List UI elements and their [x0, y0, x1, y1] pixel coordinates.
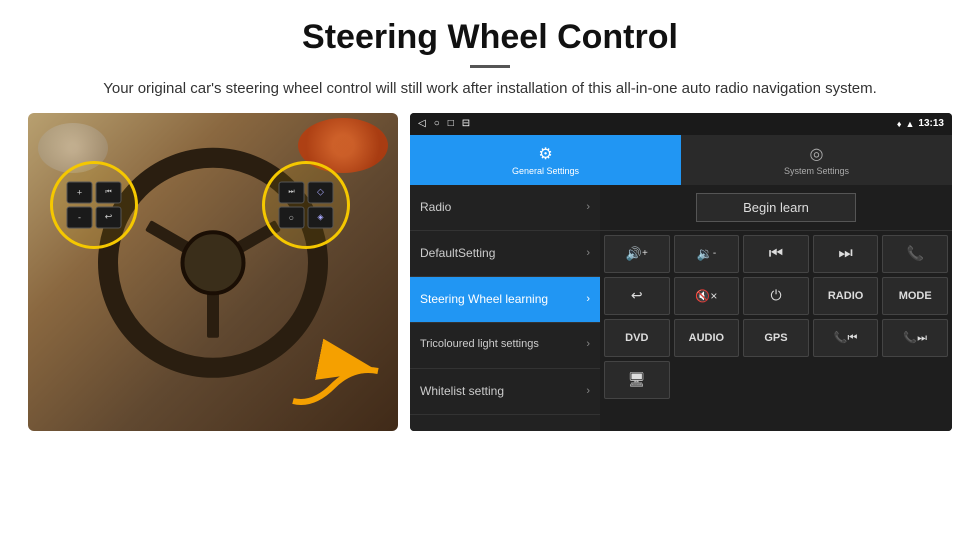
tab-general-label: General Settings: [512, 166, 579, 176]
vol-up-button[interactable]: 🔊+: [604, 235, 670, 273]
prev-track-button[interactable]: ⏮: [743, 235, 809, 273]
home-icon[interactable]: ○: [434, 118, 440, 129]
steering-wheel-section: + ⏮ - ↩ ⏭ ◇ ○ ◈: [28, 113, 398, 431]
tel-prev-button[interactable]: 📞⏮: [813, 319, 879, 357]
title-divider: [470, 65, 510, 68]
arrow-icon: [283, 331, 393, 416]
chevron-right-icon: ›: [586, 201, 590, 213]
right-button-group: ⏭ ◇ ○ ◈: [262, 161, 350, 249]
nav-tabs: ⚙ General Settings ◎ System Settings: [410, 135, 952, 185]
chevron-right-icon: ›: [586, 293, 590, 305]
page-subtitle: Your original car's steering wheel contr…: [80, 78, 900, 101]
statusbar-left-icons: ◁ ○ □ ⊟: [418, 118, 470, 129]
button-row-2: ↩ 🔇× ⏻ RADIO MODE: [600, 275, 952, 317]
button-row-1: 🔊+ 🔉- ⏮ ⏭ 📞: [600, 231, 952, 275]
vol-down-button[interactable]: 🔉-: [674, 235, 740, 273]
chevron-right-icon: ›: [586, 338, 590, 351]
hook-button[interactable]: ↩: [604, 277, 670, 315]
menu-item-whitelist[interactable]: Whitelist setting ›: [410, 369, 600, 415]
page-title: Steering Wheel Control: [60, 18, 920, 57]
statusbar-time: 13:13: [918, 118, 944, 129]
menu-item-steering[interactable]: Steering Wheel learning ›: [410, 277, 600, 323]
content-area: + ⏮ - ↩ ⏭ ◇ ○ ◈: [0, 113, 980, 441]
audio-button[interactable]: AUDIO: [674, 319, 740, 357]
chevron-right-icon: ›: [586, 247, 590, 259]
recents-icon[interactable]: □: [448, 118, 454, 129]
back-icon[interactable]: ◁: [418, 118, 426, 129]
screenshot-icon[interactable]: ⊟: [462, 118, 470, 129]
tab-system-settings[interactable]: ◎ System Settings: [681, 135, 952, 185]
page-header: Steering Wheel Control Your original car…: [0, 0, 980, 113]
location-icon: ♦: [897, 119, 902, 129]
mode-button[interactable]: MODE: [882, 277, 948, 315]
wifi-icon: ▲: [906, 119, 915, 129]
right-panel: Begin learn 🔊+ 🔉- ⏮ ⏭ 📞 ↩ 🔇× ⏻ RADIO MOD: [600, 185, 952, 431]
chevron-right-icon: ›: [586, 385, 590, 397]
next-track-button[interactable]: ⏭: [813, 235, 879, 273]
menu-item-tricolour[interactable]: Tricoloured light settings ›: [410, 323, 600, 369]
gps-button[interactable]: GPS: [743, 319, 809, 357]
android-screen: ◁ ○ □ ⊟ ♦ ▲ 13:13 ⚙ General Settings ◎ S…: [410, 113, 952, 431]
left-button-group: + ⏮ - ↩: [50, 161, 138, 249]
status-bar: ◁ ○ □ ⊟ ♦ ▲ 13:13: [410, 113, 952, 135]
menu-list: Radio › DefaultSetting › Steering Wheel …: [410, 185, 600, 431]
button-row-4: 🖥: [600, 359, 952, 401]
dvd-button[interactable]: DVD: [604, 319, 670, 357]
gear-icon: ⚙: [538, 144, 552, 164]
begin-learn-button[interactable]: Begin learn: [696, 193, 856, 222]
phone-button[interactable]: 📞: [882, 235, 948, 273]
media-button[interactable]: 🖥: [604, 361, 670, 399]
mute-button[interactable]: 🔇×: [674, 277, 740, 315]
menu-item-default[interactable]: DefaultSetting ›: [410, 231, 600, 277]
tel-next-button[interactable]: 📞⏭: [882, 319, 948, 357]
menu-item-radio[interactable]: Radio ›: [410, 185, 600, 231]
settings-body: Radio › DefaultSetting › Steering Wheel …: [410, 185, 952, 431]
power-button[interactable]: ⏻: [743, 277, 809, 315]
button-row-3: DVD AUDIO GPS 📞⏮ 📞⏭: [600, 317, 952, 359]
tab-general-settings[interactable]: ⚙ General Settings: [410, 135, 681, 185]
tab-system-label: System Settings: [784, 166, 849, 176]
statusbar-right: ♦ ▲ 13:13: [897, 118, 944, 129]
radio-button[interactable]: RADIO: [813, 277, 879, 315]
system-icon: ◎: [810, 144, 824, 164]
begin-learn-row: Begin learn: [600, 185, 952, 231]
